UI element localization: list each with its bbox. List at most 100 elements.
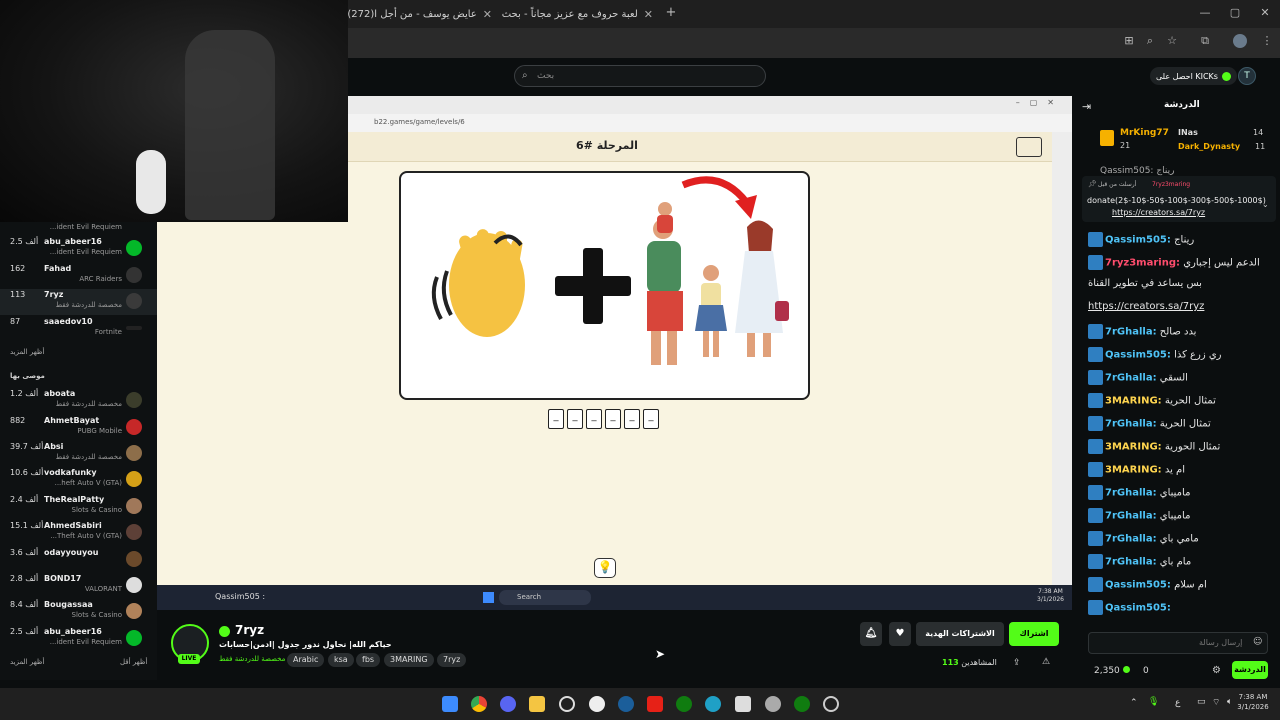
sidebar-channel[interactable]: 3.6 ألف odayyouyou [0,547,157,573]
chat-username[interactable]: 7rGhalla: [1105,488,1157,499]
stream-tag[interactable]: ksa [328,653,354,667]
bookmark-star-icon[interactable]: ☆ [1165,34,1179,48]
notification-bell-button[interactable]: 🔔︎ [860,622,882,646]
app-icon[interactable] [823,696,839,712]
answer-slot[interactable]: _ [605,409,621,429]
search-input[interactable]: ⌕ بحث [514,65,766,87]
answer-slot[interactable]: _ [624,409,640,429]
chat-username[interactable]: Qassim505: [1105,580,1171,591]
close-window-icon[interactable]: ✕ [1258,6,1272,20]
microphone-icon[interactable]: 🎙︎ [1148,697,1159,707]
chat-username[interactable]: 7rGhalla: [1105,511,1157,522]
browser-tab-youtube[interactable]: ✕ عايض يوسف - من أجل ا(272) [347,4,492,24]
chat-username[interactable]: 3MARING: [1105,442,1162,453]
chat-text[interactable]: https://creators.sa/7ryz [1088,301,1204,312]
sidebar-channel[interactable]: 15.1 ألف AhmedSabiri ...Theft Auto V (GT… [0,520,157,546]
sidebar-channel[interactable]: 10.6 ألف vodkafunky ...heft Auto V (GTA) [0,467,157,493]
chat-username[interactable]: 3MARING: [1105,465,1162,476]
answer-slot[interactable]: _ [643,409,659,429]
xbox-app-icon[interactable] [794,696,810,712]
chat-username[interactable]: Qassim505: [1105,235,1171,246]
gift-subs-button[interactable]: الاشتراكات الهدية [916,622,1004,646]
stream-category[interactable]: مخصصة للدردشة فقط [219,655,285,663]
language-indicator[interactable]: ع [1175,698,1180,708]
extensions-icon[interactable]: ⧉ [1198,34,1212,48]
chat-username[interactable]: 7rGhalla: [1105,327,1157,338]
volume-icon[interactable]: 🔈︎ [1227,697,1232,707]
sidebar-channel[interactable]: 113 7ryz مخصصة للدردشة فقط [0,289,157,315]
sidebar-channel[interactable]: 882 AhmetBayat PUBG Mobile [0,415,157,441]
gear-icon[interactable]: ⚙ [1212,665,1221,676]
stream-tag[interactable]: fbs [356,653,381,667]
chat-username[interactable]: 7ryz3maring: [1105,258,1180,269]
store-icon[interactable] [735,696,751,712]
show-more-link[interactable]: أظهر المزيد [10,348,44,356]
report-icon[interactable]: ⚠ [1042,657,1050,667]
steam-icon[interactable] [618,696,634,712]
settings-icon[interactable] [765,696,781,712]
answer-slot[interactable]: _ [586,409,602,429]
follow-heart-button[interactable]: ♥ [889,622,911,646]
discord-icon[interactable] [500,696,516,712]
obs-icon[interactable] [589,696,605,712]
show-more-link[interactable]: أظهر المزيد [10,658,44,666]
new-tab-icon[interactable]: + [664,6,678,20]
youtube-icon[interactable] [647,696,663,712]
streamer-name[interactable]: 7ryz [235,623,264,637]
pinned-link[interactable]: https://creators.sa/7ryz [1112,208,1205,217]
chevron-down-icon[interactable]: ⌄ [1262,200,1269,209]
windows-start-icon[interactable] [442,696,458,712]
stream-tag[interactable]: 3MARING [384,653,434,667]
sidebar-channel[interactable]: 162 Fahad ARC Raiders [0,263,157,289]
share-icon[interactable]: ⇪ [1013,658,1021,668]
emoji-icon[interactable]: ☺ [1253,637,1262,647]
close-icon[interactable]: ✕ [483,8,492,21]
chrome-icon[interactable] [471,696,487,712]
maximize-icon[interactable]: ▢ [1228,6,1242,20]
subscribe-button[interactable]: اشتراك [1009,622,1059,646]
get-kicks-button[interactable]: احصل على KICKs [1150,67,1237,85]
edge-icon[interactable] [705,696,721,712]
stream-tag[interactable]: Arabic [287,653,325,667]
minimize-icon[interactable]: — [1198,6,1212,20]
user-avatar[interactable]: T [1238,67,1256,85]
sidebar-channel[interactable]: 39.7 ألف Absi مخصصة للدردشة فقط [0,441,157,467]
network-icon[interactable]: ▭ [1197,697,1206,707]
chat-username[interactable]: 7rGhalla: [1105,419,1157,430]
file-explorer-icon[interactable] [529,696,545,712]
chat-username[interactable]: 7rGhalla: [1105,557,1157,568]
close-icon[interactable]: ✕ [644,8,653,21]
sidebar-channel[interactable]: 2.5 ألف abu_abeer16 ...ident Evil Requie… [0,236,157,262]
channel-category: ...heft Auto V (GTA) [54,479,122,487]
sidebar-channel[interactable]: 2.5 ألف abu_abeer16 ...ident Evil Requie… [0,626,157,652]
chat-send-button[interactable]: الدردشة [1232,661,1268,679]
browser-tab-search[interactable]: ✕ لعبة حروف مع عزيز مجاناً - بحث [502,4,653,24]
chat-username[interactable]: 7rGhalla: [1105,373,1157,384]
tray-chevron-icon[interactable]: ⌃ [1130,698,1138,708]
sidebar-channel[interactable]: 1.2 ألف aboata مخصصة للدردشة فقط [0,388,157,414]
stream-tag[interactable]: 7ryz [437,653,467,667]
wifi-icon[interactable]: ⌔ [1212,697,1220,708]
kicks-balance[interactable]: 2,350 [1094,666,1130,676]
show-less-link[interactable]: أظهر أقل [120,658,147,666]
sidebar-channel[interactable]: 2.4 ألف TheRealPatty Slots & Casino [0,494,157,520]
menu-kebab-icon[interactable]: ⋮ [1260,34,1274,48]
clock[interactable]: 7:38 AM 3/1/2026 [1233,692,1273,712]
chat-username[interactable]: 7rGhalla: [1105,534,1157,545]
chat-username[interactable]: 3MARING: [1105,396,1162,407]
app-icon[interactable] [559,696,575,712]
translate-icon[interactable]: ⊞ [1122,34,1136,48]
sidebar-channel[interactable]: 8.4 ألف Bougassaa Slots & Casino [0,599,157,625]
chat-input[interactable]: إرسال رسالة ☺ [1088,632,1268,654]
zero-counter[interactable]: 0 [1143,666,1149,676]
chat-collapse-icon[interactable]: ⇥ [1082,100,1091,113]
sidebar-channel[interactable]: 87 saaedov10 Fortnite [0,316,157,342]
lightbulb-icon[interactable]: 💡 [594,558,616,578]
xbox-icon[interactable] [676,696,692,712]
answer-slot[interactable]: _ [548,409,564,429]
profile-avatar-icon[interactable] [1233,34,1247,48]
sidebar-channel[interactable]: 2.8 ألف BOND17 VALORANT [0,573,157,599]
chat-username[interactable]: Qassim505: [1105,350,1171,361]
zoom-icon[interactable]: ⌕ [1143,34,1157,48]
answer-slot[interactable]: _ [567,409,583,429]
